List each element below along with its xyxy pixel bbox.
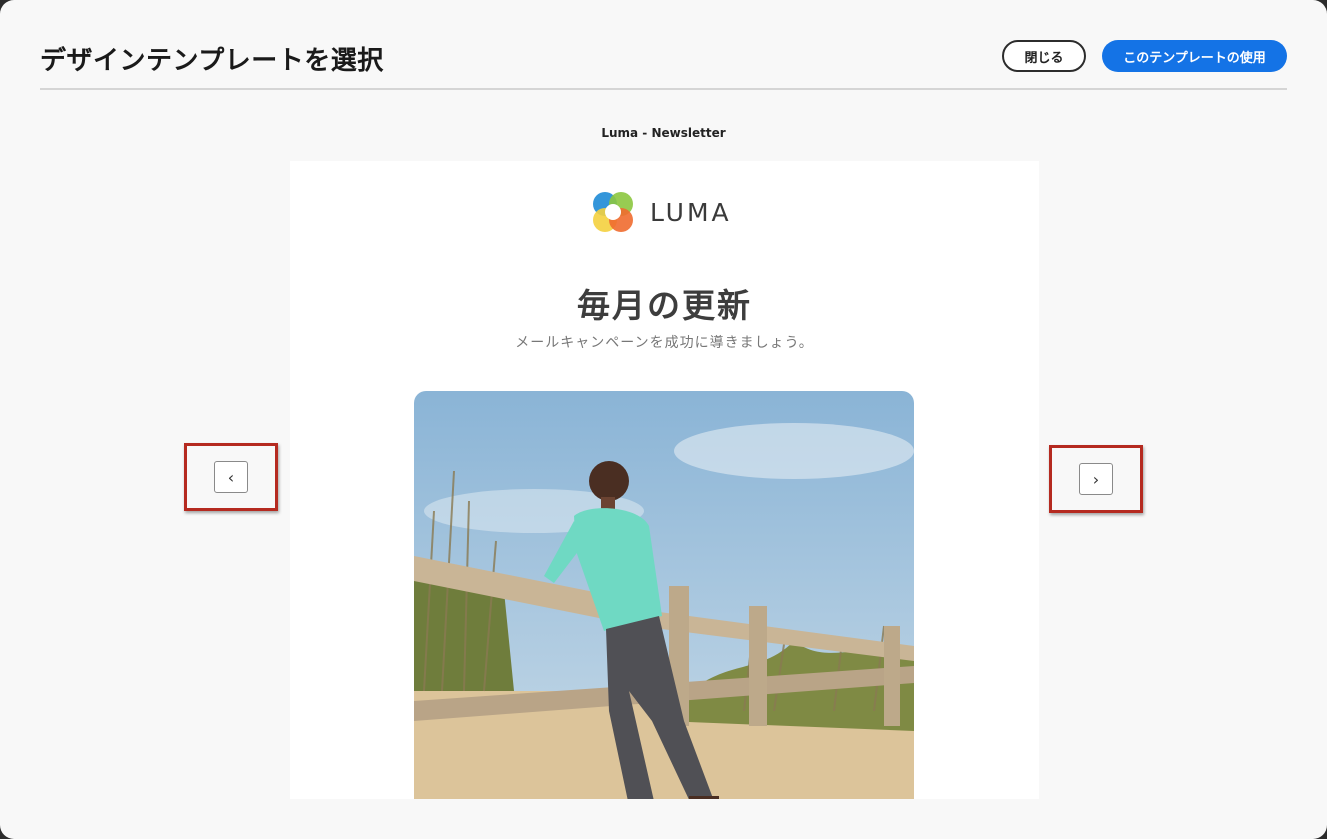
prev-highlight-frame: ‹ bbox=[184, 443, 278, 511]
luma-logo: LUMA bbox=[590, 189, 732, 235]
template-select-dialog: デザインテンプレートを選択 閉じる このテンプレートの使用 Luma - New… bbox=[0, 0, 1327, 839]
chevron-right-icon: › bbox=[1092, 469, 1100, 489]
newsletter-subline: メールキャンペーンを成功に導きましょう。 bbox=[515, 335, 814, 351]
next-template-button[interactable]: › bbox=[1079, 463, 1113, 495]
prev-template-button[interactable]: ‹ bbox=[214, 461, 248, 493]
newsletter-headline: 毎月の更新 bbox=[577, 286, 752, 325]
template-name: Luma - Newsletter bbox=[601, 126, 726, 140]
close-button[interactable]: 閉じる bbox=[1002, 40, 1086, 72]
next-highlight-frame: › bbox=[1049, 445, 1143, 513]
dialog-title: デザインテンプレートを選択 bbox=[40, 46, 384, 76]
chevron-left-icon: ‹ bbox=[227, 467, 235, 487]
dialog-header: デザインテンプレートを選択 閉じる このテンプレートの使用 bbox=[40, 36, 1287, 88]
brand-name: LUMA bbox=[650, 197, 732, 227]
luma-logo-icon bbox=[593, 192, 633, 232]
hero-image bbox=[414, 391, 914, 799]
hero-photo-illustration bbox=[414, 391, 914, 799]
header-divider bbox=[40, 88, 1287, 90]
template-preview: LUMA 毎月の更新 メールキャンペーンを成功に導きましょう。 bbox=[290, 161, 1039, 799]
use-template-button[interactable]: このテンプレートの使用 bbox=[1102, 40, 1287, 72]
